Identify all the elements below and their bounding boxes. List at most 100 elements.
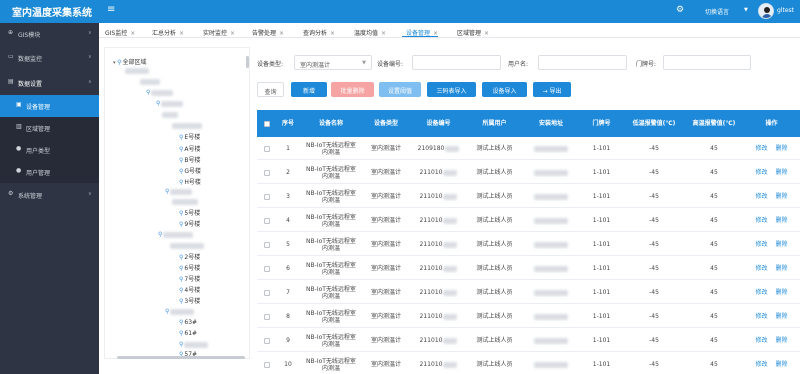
- tree-leaf[interactable]: ⚲G号楼: [179, 166, 201, 175]
- row-select-cell[interactable]: [257, 161, 276, 184]
- sidebar-item-user-management[interactable]: ● 用户管理: [0, 161, 99, 183]
- tree-node-blurred[interactable]: [172, 122, 202, 129]
- close-icon[interactable]: ×: [230, 30, 235, 37]
- query-button[interactable]: 查询: [257, 82, 284, 97]
- tree-node-blurred[interactable]: [172, 198, 198, 205]
- delete-link[interactable]: 删除: [776, 313, 788, 320]
- tree-leaf[interactable]: ⚲2号楼: [179, 252, 200, 261]
- tree-leaf[interactable]: ⚲B号楼: [179, 155, 201, 164]
- edit-link[interactable]: 修改: [755, 265, 767, 272]
- delete-link[interactable]: 删除: [776, 265, 788, 272]
- row-checkbox[interactable]: [263, 313, 270, 320]
- close-icon[interactable]: ×: [433, 30, 438, 37]
- tree-node-blurred[interactable]: ⚲: [156, 100, 184, 107]
- delete-link[interactable]: 删除: [776, 289, 788, 296]
- delete-link[interactable]: 删除: [776, 217, 788, 224]
- batch-delete-button[interactable]: 批量删除: [331, 82, 374, 97]
- tree-node-blurred[interactable]: [140, 78, 160, 85]
- row-select-cell[interactable]: [257, 185, 276, 208]
- select-all-checkbox[interactable]: [263, 120, 270, 127]
- close-icon[interactable]: ×: [381, 30, 386, 37]
- import-tri-code-button[interactable]: 三码表导入: [427, 82, 476, 97]
- tree-scrollbar[interactable]: [246, 56, 249, 68]
- edit-link[interactable]: 修改: [755, 169, 767, 176]
- tree-node-blurred[interactable]: [162, 111, 178, 118]
- row-select-cell[interactable]: [257, 209, 276, 232]
- table-row[interactable]: 8 NB-IoT无线远程室内测温 室内测温计 211010 测试上线人员 1-101 -45…: [257, 305, 800, 328]
- avatar[interactable]: [758, 3, 774, 19]
- tree-leaf[interactable]: ⚲E号楼: [179, 132, 200, 141]
- edit-link[interactable]: 修改: [755, 217, 767, 224]
- tree-node-blurred[interactable]: [170, 242, 204, 249]
- delete-link[interactable]: 删除: [776, 145, 788, 152]
- tab-query[interactable]: 查询分析 ×: [299, 25, 335, 37]
- tree-node-blurred[interactable]: ⚲: [165, 308, 195, 315]
- door-no-input[interactable]: [663, 55, 751, 70]
- tab-area-management[interactable]: 区域管理 ×: [453, 25, 489, 37]
- close-icon[interactable]: ×: [484, 30, 489, 37]
- sidebar-item-data-settings[interactable]: ▤ 数据设置 ∧: [0, 72, 99, 94]
- table-row[interactable]: 5 NB-IoT无线远程室内测温 室内测温计 211010 测试上线人员 1-101 -45…: [257, 233, 800, 256]
- tree-node-blurred[interactable]: ⚲: [165, 188, 193, 195]
- tree-node-blurred[interactable]: ⚲: [158, 231, 194, 238]
- row-select-cell[interactable]: [257, 353, 276, 374]
- tree-node-blurred[interactable]: [125, 67, 149, 74]
- device-type-select[interactable]: 室内测温计 ▼: [294, 55, 372, 70]
- row-checkbox[interactable]: [263, 145, 270, 152]
- row-checkbox[interactable]: [263, 265, 270, 272]
- row-checkbox[interactable]: [263, 337, 270, 344]
- row-select-cell[interactable]: [257, 281, 276, 304]
- gear-icon[interactable]: ⚙: [676, 5, 684, 15]
- close-icon[interactable]: ×: [130, 30, 135, 37]
- row-select-cell[interactable]: [257, 137, 276, 160]
- table-row[interactable]: 3 NB-IoT无线远程室内测温 室内测温计 211010 测试上线人员 1-101 -45…: [257, 185, 800, 208]
- device-no-input[interactable]: [412, 55, 501, 70]
- table-row[interactable]: 9 NB-IoT无线远程室内测温 室内测温计 211010 测试上线人员 1-101 -45…: [257, 329, 800, 352]
- add-button[interactable]: 新增: [291, 82, 327, 97]
- table-row[interactable]: 4 NB-IoT无线远程室内测温 室内测温计 211010 测试上线人员 1-101 -45…: [257, 209, 800, 232]
- tree-leaf[interactable]: ⚲63#: [179, 319, 197, 326]
- delete-link[interactable]: 删除: [776, 337, 788, 344]
- tree-leaf[interactable]: ⚲H号楼: [179, 177, 201, 186]
- tab-gis-monitor[interactable]: GIS监控 ×: [101, 25, 135, 37]
- close-icon[interactable]: ×: [179, 30, 184, 37]
- tree-horizontal-scrollbar[interactable]: [117, 356, 245, 359]
- close-icon[interactable]: ×: [279, 30, 284, 37]
- edit-link[interactable]: 修改: [755, 361, 767, 368]
- row-checkbox[interactable]: [263, 193, 270, 200]
- row-select-cell[interactable]: [257, 233, 276, 256]
- sidebar-item-area-management[interactable]: ▥ 区域管理: [0, 117, 99, 139]
- delete-link[interactable]: 删除: [776, 361, 788, 368]
- row-select-cell[interactable]: [257, 257, 276, 280]
- delete-link[interactable]: 删除: [776, 241, 788, 248]
- tree-leaf[interactable]: ⚲6号楼: [179, 263, 200, 272]
- language-switch[interactable]: 切换语言: [705, 7, 729, 16]
- tab-realtime[interactable]: 实时监控 ×: [199, 25, 235, 37]
- hamburger-icon[interactable]: ≡: [107, 4, 115, 15]
- edit-link[interactable]: 修改: [755, 289, 767, 296]
- set-threshold-button[interactable]: 设置阈值: [379, 82, 421, 97]
- tree-node-blurred[interactable]: ⚲: [146, 89, 174, 96]
- edit-link[interactable]: 修改: [755, 337, 767, 344]
- table-row[interactable]: 10 NB-IoT无线远程室内测温 室内测温计 211010 测试上线人员 1-101 -4…: [257, 353, 800, 374]
- edit-link[interactable]: 修改: [755, 313, 767, 320]
- sidebar-item-gis[interactable]: ⊕ GIS模块 ∨: [0, 23, 99, 45]
- tree-leaf[interactable]: ⚲7号楼: [179, 274, 200, 283]
- tree-leaf[interactable]: ⚲5号楼: [179, 208, 200, 217]
- edit-link[interactable]: 修改: [755, 193, 767, 200]
- tab-summary[interactable]: 汇总分析 ×: [148, 25, 184, 37]
- row-checkbox[interactable]: [263, 289, 270, 296]
- sidebar-item-user-type[interactable]: ● 用户类型: [0, 139, 99, 161]
- row-checkbox[interactable]: [263, 241, 270, 248]
- user-name-input[interactable]: [538, 55, 627, 70]
- row-select-cell[interactable]: [257, 305, 276, 328]
- row-checkbox[interactable]: [263, 169, 270, 176]
- delete-link[interactable]: 删除: [776, 193, 788, 200]
- tree-root[interactable]: ▾ ⚲全部区域: [113, 57, 147, 66]
- sidebar-item-device-management[interactable]: ▣ 设备管理: [0, 95, 99, 117]
- table-row[interactable]: 2 NB-IoT无线远程室内测温 室内测温计 211010 测试上线人员 1-101 -45…: [257, 161, 800, 184]
- row-checkbox[interactable]: [263, 217, 270, 224]
- close-icon[interactable]: ×: [330, 30, 335, 37]
- edit-link[interactable]: 修改: [755, 145, 767, 152]
- tree-node-blurred[interactable]: ⚲: [179, 341, 209, 348]
